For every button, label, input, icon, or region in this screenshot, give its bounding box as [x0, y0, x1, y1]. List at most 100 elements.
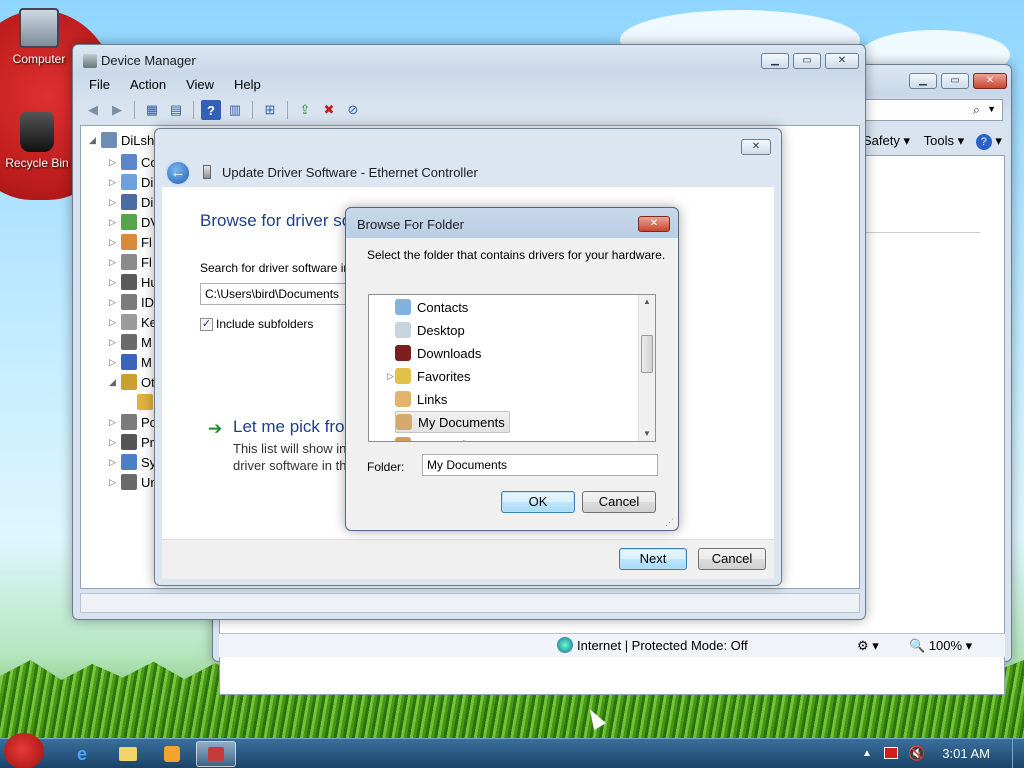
expand-arrow-icon[interactable]: ▷ — [109, 477, 121, 488]
folder-item[interactable]: Desktop — [395, 319, 465, 341]
safety-menu[interactable]: Safety ▾ — [863, 133, 910, 148]
uninstall-icon[interactable]: ✖ — [319, 100, 339, 120]
expand-arrow-icon[interactable]: ▷ — [109, 297, 121, 308]
expand-arrow-icon[interactable]: ▷ — [109, 277, 121, 288]
include-subfolders-checkbox[interactable]: ✓ Include subfolders — [200, 317, 313, 331]
tree-item[interactable]: ▷ Ke — [109, 312, 157, 332]
resize-grip-icon[interactable]: ⋰ — [665, 517, 674, 528]
lock-icon[interactable]: ⚙ ▾ — [857, 638, 879, 654]
scroll-down-icon[interactable]: ▼ — [643, 429, 651, 438]
expand-arrow-icon[interactable]: ▷ — [109, 417, 121, 428]
minimize-button[interactable]: ▁ — [909, 73, 937, 89]
folder-item[interactable]: My Music — [395, 434, 472, 441]
tools-menu[interactable]: Tools ▾ — [924, 133, 965, 148]
tree-item[interactable]: ▷ Hu — [109, 272, 158, 292]
expand-arrow-icon[interactable]: ▷ — [109, 257, 121, 268]
menu-action[interactable]: Action — [120, 75, 176, 95]
pick-driver-link[interactable]: Let me pick fro — [233, 417, 345, 437]
expand-arrow-icon[interactable]: ▷ — [109, 217, 121, 228]
next-button[interactable]: Next — [619, 548, 687, 570]
tree-item[interactable]: ▷ Po — [109, 412, 157, 432]
ok-button[interactable]: OK — [501, 491, 575, 513]
tree-item[interactable]: ▷ ID — [109, 292, 154, 312]
folder-item[interactable]: ▷ Favorites — [387, 365, 470, 387]
expand-arrow-icon[interactable]: ▷ — [109, 197, 121, 208]
desktop-icon-computer[interactable]: Computer — [4, 8, 74, 66]
tree-root[interactable]: ◢ DiLsh — [89, 130, 154, 150]
desktop-icon-recycle-bin[interactable]: Recycle Bin — [2, 112, 72, 170]
cancel-button[interactable]: Cancel — [698, 548, 766, 570]
scrollbar[interactable]: ▲ ▼ — [638, 295, 655, 441]
tree-item[interactable]: ▷ Sy — [109, 452, 156, 472]
pick-driver-description: driver software in th — [233, 458, 347, 473]
tree-item[interactable]: ▷ Pr — [109, 432, 154, 452]
scan-hardware-icon[interactable]: ⊞ — [260, 100, 280, 120]
folder-item[interactable]: Contacts — [395, 296, 468, 318]
tree-item[interactable]: ▷ Di — [109, 172, 153, 192]
properties-grid-icon[interactable]: ▦ — [142, 100, 162, 120]
minimize-button[interactable]: ▁ — [761, 53, 789, 69]
expand-arrow-icon[interactable]: ▷ — [109, 317, 121, 328]
expand-arrow-icon[interactable]: ▷ — [109, 437, 121, 448]
scrollbar-thumb[interactable] — [641, 335, 653, 373]
folder-item[interactable]: Links — [395, 388, 447, 410]
tree-item[interactable]: ▷ Ur — [109, 472, 155, 492]
internet-explorer-icon[interactable]: e — [62, 741, 102, 767]
tree-item[interactable]: ▷ M — [109, 332, 152, 352]
search-box[interactable]: ⌕ ▼ — [863, 99, 1003, 121]
expand-arrow-icon[interactable]: ▷ — [109, 177, 121, 188]
forward-arrow-icon[interactable]: ▶ — [107, 100, 127, 120]
volume-muted-icon[interactable]: 🔇 — [908, 745, 925, 762]
driver-path-input[interactable]: C:\Users\bird\Documents — [200, 283, 350, 305]
tree-item[interactable]: ▷ Co — [109, 152, 158, 172]
folder-item[interactable]: My Documents — [395, 411, 510, 433]
expand-arrow-icon[interactable]: ▷ — [109, 337, 121, 348]
tree-item[interactable]: ▷ Di — [109, 192, 153, 212]
document-icon[interactable]: ▤ — [166, 100, 186, 120]
collapse-arrow-icon[interactable]: ◢ — [89, 135, 101, 146]
menu-file[interactable]: File — [79, 75, 120, 95]
show-desktop-button[interactable] — [1012, 739, 1024, 768]
zoom-control[interactable]: 🔍 100% ▾ — [909, 638, 972, 654]
expand-arrow-icon[interactable]: ▷ — [109, 357, 121, 368]
tree-item[interactable]: ◢ Ot — [109, 372, 155, 392]
back-arrow-icon[interactable]: ◀ — [83, 100, 103, 120]
panel-icon[interactable]: ▥ — [225, 100, 245, 120]
expand-arrow-icon[interactable]: ▷ — [109, 157, 121, 168]
desktop-folder-icon — [395, 322, 411, 338]
tree-item[interactable] — [125, 392, 157, 412]
folder-item[interactable]: Downloads — [395, 342, 481, 364]
menu-view[interactable]: View — [176, 75, 224, 95]
close-button[interactable]: ✕ — [741, 139, 771, 155]
action-center-icon[interactable] — [884, 747, 898, 759]
tree-item[interactable]: ▷ Fl — [109, 232, 152, 252]
expand-arrow-icon[interactable]: ▷ — [109, 457, 121, 468]
show-hidden-icons-icon[interactable]: ▲ — [862, 748, 872, 759]
tree-item[interactable]: ▷ DV — [109, 212, 159, 232]
tree-item[interactable]: ▷ M — [109, 352, 152, 372]
folder-input[interactable]: My Documents — [422, 454, 658, 476]
folder-tree[interactable]: Contacts Desktop Downloads ▷ Favorites Links M… — [368, 294, 656, 442]
help-icon[interactable]: ? — [975, 134, 992, 150]
device-manager-taskbar-icon[interactable] — [196, 741, 236, 767]
close-button[interactable]: ✕ — [825, 53, 859, 69]
disable-device-icon[interactable]: ⊘ — [343, 100, 363, 120]
menu-help[interactable]: Help — [224, 75, 271, 95]
tree-item[interactable]: ▷ Fl — [109, 252, 152, 272]
expand-arrow-icon[interactable]: ◢ — [109, 377, 121, 388]
expand-arrow-icon[interactable]: ▷ — [387, 371, 394, 382]
start-button[interactable] — [4, 733, 44, 768]
close-button[interactable]: ✕ — [973, 73, 1007, 89]
help-icon[interactable]: ? — [201, 100, 221, 120]
media-player-icon[interactable] — [152, 741, 192, 767]
close-button[interactable]: ✕ — [638, 216, 670, 232]
scroll-up-icon[interactable]: ▲ — [643, 297, 651, 306]
maximize-button[interactable]: ▭ — [793, 53, 821, 69]
cancel-button[interactable]: Cancel — [582, 491, 656, 513]
folder-icon[interactable] — [108, 741, 148, 767]
maximize-button[interactable]: ▭ — [941, 73, 969, 89]
clock[interactable]: 3:01 AM — [942, 746, 990, 761]
back-arrow-icon[interactable]: ← — [165, 160, 191, 186]
update-driver-icon[interactable]: ⇪ — [295, 100, 315, 120]
expand-arrow-icon[interactable]: ▷ — [109, 237, 121, 248]
